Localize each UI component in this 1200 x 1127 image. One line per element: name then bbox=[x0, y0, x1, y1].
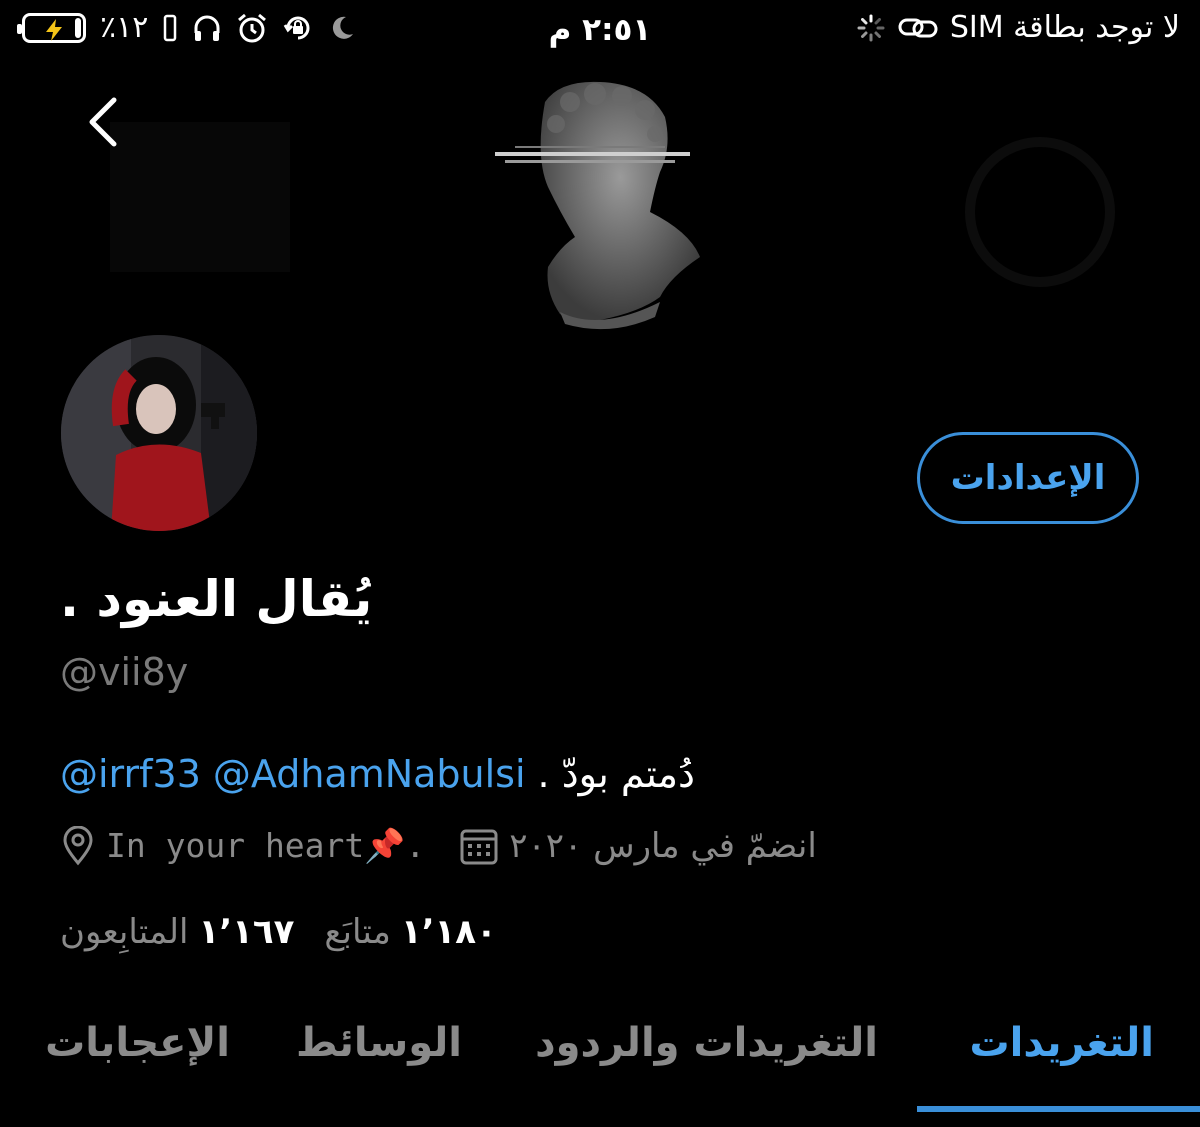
avatar[interactable] bbox=[58, 332, 260, 534]
profile-tabs: التغريدات التغريدات والردود الوسائط الإع… bbox=[0, 1002, 1200, 1114]
profile-location: In your heart📌. bbox=[106, 826, 426, 865]
following-link[interactable]: ١٬١٨٠ متابَع bbox=[324, 912, 496, 952]
follow-stats: ١٬١٦٧ المتابِعون ١٬١٨٠ متابَع bbox=[60, 912, 497, 952]
tab-likes[interactable]: الإعجابات bbox=[45, 1020, 230, 1066]
link-icon bbox=[898, 18, 938, 37]
carrier-text: لا توجد بطاقة SIM bbox=[949, 10, 1180, 45]
back-button[interactable] bbox=[70, 86, 134, 158]
bio-mention[interactable]: @AdhamNabulsi bbox=[213, 752, 526, 796]
bio: @irrf33 @AdhamNabulsi دُمتم بودّ . bbox=[60, 752, 695, 796]
status-bar: ٪١٢ ٢:٥١ م لا توجد بطاقة SIM bbox=[0, 0, 1200, 62]
profile-meta: In your heart📌. انضمّ في مارس ٢٠٢٠ bbox=[60, 826, 817, 866]
display-name: يُقال العنود . bbox=[60, 570, 373, 628]
loading-spinner-icon bbox=[857, 14, 885, 41]
followers-link[interactable]: ١٬١٦٧ المتابِعون bbox=[60, 912, 294, 952]
followers-count: ١٬١٦٧ bbox=[198, 912, 295, 952]
bio-text: دُمتم بودّ . bbox=[537, 752, 695, 796]
calendar-icon bbox=[460, 829, 498, 865]
active-tab-indicator bbox=[917, 1106, 1200, 1112]
bio-mention[interactable]: @irrf33 bbox=[60, 752, 201, 796]
profile-joined-date: انضمّ في مارس ٢٠٢٠ bbox=[509, 826, 817, 866]
following-count: ١٬١٨٠ bbox=[400, 912, 497, 952]
location-pin-icon bbox=[63, 826, 93, 866]
tab-tweets-and-replies[interactable]: التغريدات والردود bbox=[535, 1020, 878, 1066]
following-label: متابَع bbox=[324, 912, 391, 952]
tab-tweets[interactable]: التغريدات bbox=[969, 1020, 1154, 1066]
followers-label: المتابِعون bbox=[60, 912, 189, 952]
avatar-photo-image bbox=[61, 335, 257, 531]
status-right: لا توجد بطاقة SIM bbox=[856, 10, 1180, 45]
profile-handle: @vii8y bbox=[60, 650, 189, 694]
settings-button[interactable]: الإعدادات bbox=[917, 432, 1139, 524]
banner-statue-image bbox=[110, 81, 1115, 330]
profile-banner bbox=[0, 62, 1200, 380]
chevron-left-icon bbox=[89, 97, 117, 147]
tab-media[interactable]: الوسائط bbox=[296, 1020, 462, 1066]
